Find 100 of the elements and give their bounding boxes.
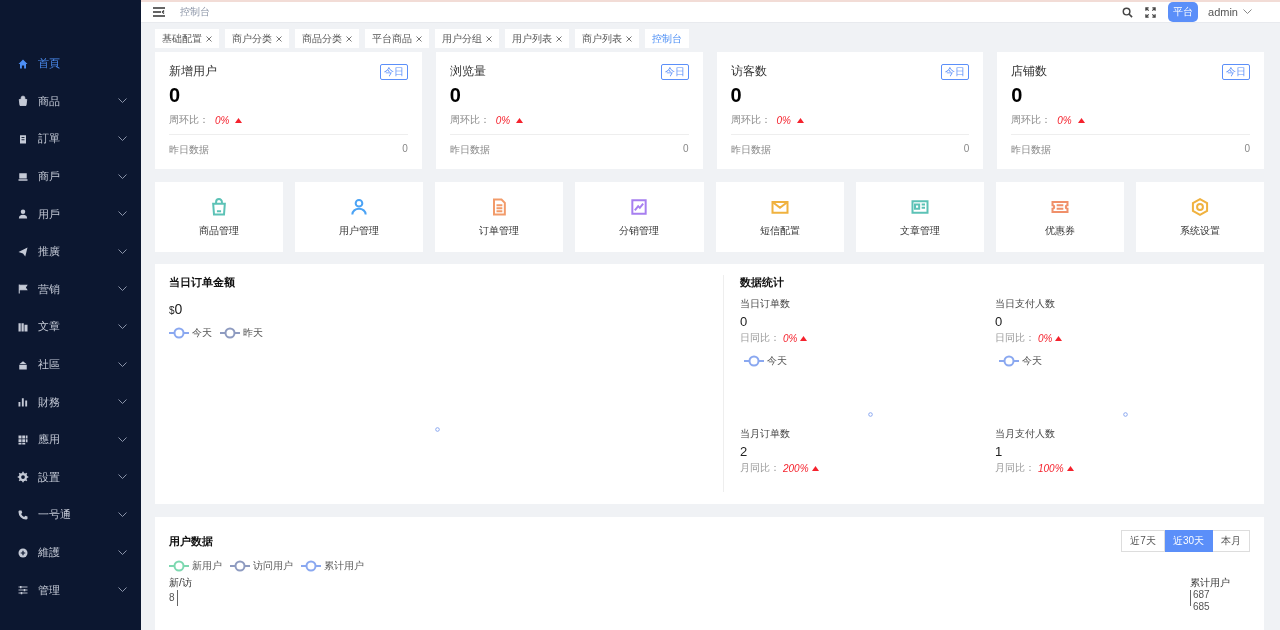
compare-label: 周环比： [1011, 113, 1052, 127]
footer-label: 昨日数据 [1011, 143, 1052, 157]
period-badge: 今日 [660, 63, 689, 80]
panel-title: 用户数据 [169, 533, 213, 549]
flag-icon [17, 283, 29, 296]
metric-value: 2 [740, 444, 749, 459]
footer-value: 0 [402, 143, 408, 156]
sidebar-item[interactable]: 推廣 [0, 232, 141, 271]
footer-label: 昨日数据 [730, 143, 771, 157]
legend-label: 今天 [767, 354, 787, 368]
stat-title: 新增用户 [169, 63, 217, 80]
page-tab[interactable]: 平台商品 [365, 29, 429, 48]
period-badge: 今日 [1222, 63, 1250, 80]
sidebar-item[interactable]: 用戶 [0, 195, 141, 233]
page-tab[interactable]: 商品分类 [295, 29, 359, 48]
page-tab[interactable]: 商户列表 [575, 29, 639, 48]
compare-label: 日同比： [995, 331, 1035, 345]
quick-link-label: 用户管理 [339, 223, 380, 238]
page-tab[interactable]: 基础配置 [155, 29, 219, 48]
sidebar-item[interactable]: 應用 [0, 420, 141, 459]
sidebar-item[interactable]: 文章 [0, 308, 141, 346]
close-icon[interactable] [486, 35, 492, 42]
chart-point [868, 412, 873, 417]
compare-label: 周环比： [449, 113, 490, 127]
close-icon[interactable] [556, 35, 562, 42]
footer-label: 昨日数据 [449, 143, 490, 157]
close-icon[interactable] [206, 35, 212, 42]
panel-title: 数据统计 [740, 275, 785, 290]
legend-label: 累计用户 [324, 559, 364, 573]
up-triangle-icon [1055, 335, 1063, 341]
menu-fold-icon[interactable] [153, 7, 165, 17]
legend-label: 昨天 [243, 326, 263, 340]
gear-icon [17, 471, 29, 484]
sidebar-item[interactable]: 訂單 [0, 120, 141, 158]
amount-value: $0 [169, 301, 184, 317]
quick-link-label: 短信配置 [759, 223, 800, 238]
compare-label: 周环比： [169, 113, 209, 127]
sidebar-item[interactable]: 社區 [0, 345, 141, 384]
compare-value: 0% [215, 114, 230, 126]
phone-icon [17, 508, 29, 521]
sidebar-item[interactable]: 設置 [0, 458, 141, 497]
compare-value: 200% [783, 462, 809, 474]
sliders-icon [17, 584, 29, 597]
close-icon[interactable] [346, 35, 352, 42]
chevron-down-icon [1243, 9, 1252, 15]
quick-link-card[interactable]: 订单管理 [435, 182, 564, 252]
range-toggle[interactable]: 近7天 [1121, 530, 1165, 552]
chart-point [1123, 412, 1128, 417]
up-triangle-icon [1077, 117, 1085, 123]
fullscreen-icon[interactable] [1145, 6, 1157, 18]
sidebar-item[interactable]: 一号通 [0, 496, 141, 534]
home-icon [17, 57, 29, 70]
quick-link-card[interactable]: 商品管理 [155, 182, 284, 252]
stat-value: 0 [449, 84, 462, 107]
axis-tick-label: 8 [169, 593, 175, 603]
up-triangle-icon [796, 117, 804, 123]
page-tab[interactable]: 用户列表 [505, 29, 569, 48]
up-triangle-icon [1066, 465, 1074, 471]
panel-title: 当日订单金额 [169, 275, 236, 290]
quick-link-card[interactable]: 优惠券 [995, 182, 1124, 252]
stat-value: 0 [1011, 84, 1024, 107]
footer-value: 0 [963, 143, 970, 156]
sidebar-item[interactable]: 商品 [0, 82, 141, 121]
quick-link-label: 商品管理 [199, 223, 240, 238]
compare-value: 0% [776, 114, 791, 126]
metric-value: 0 [740, 314, 749, 329]
quick-link-card[interactable]: 短信配置 [715, 182, 844, 252]
stat-value: 0 [730, 84, 743, 107]
quick-link-card[interactable]: 文章管理 [855, 182, 984, 252]
up-triangle-icon [811, 465, 819, 471]
clipboard-icon [17, 133, 29, 145]
quick-link-card[interactable]: 系统设置 [1135, 182, 1264, 252]
compare-label: 日同比： [740, 331, 780, 345]
axis-title: 累计用户 [1190, 576, 1230, 590]
quick-link-card[interactable]: 用户管理 [295, 182, 424, 252]
close-icon[interactable] [276, 35, 282, 42]
range-toggle[interactable]: 本月 [1213, 530, 1250, 552]
sidebar-item[interactable]: 首頁 [0, 45, 141, 83]
page-tab[interactable]: 商户分类 [225, 29, 289, 48]
close-icon[interactable] [626, 35, 632, 42]
grid-icon [17, 433, 29, 446]
period-badge: 今日 [941, 63, 970, 80]
user-menu[interactable]: admin [1208, 6, 1268, 18]
period-badge: 今日 [379, 63, 408, 80]
legend-label: 新用户 [192, 559, 222, 573]
sidebar-item[interactable]: 管理 [0, 571, 141, 609]
sidebar-item[interactable]: 維護 [0, 533, 141, 572]
quick-link-card[interactable]: 分销管理 [575, 182, 704, 252]
legend-label: 今天 [1022, 354, 1042, 368]
page-tab[interactable]: 用户分组 [435, 29, 499, 48]
sidebar-item[interactable]: 商戶 [0, 157, 141, 196]
quick-link-label: 订单管理 [479, 223, 520, 238]
metric-label: 当月支付人数 [995, 427, 1056, 441]
compare-value: 0% [1038, 332, 1053, 344]
metric-value: 1 [995, 444, 1004, 459]
plus-circle-icon [17, 546, 29, 559]
sidebar-item[interactable]: 营销 [0, 270, 141, 309]
sidebar-item[interactable]: 財務 [0, 383, 141, 421]
close-icon[interactable] [416, 35, 422, 42]
search-icon[interactable] [1122, 6, 1134, 18]
